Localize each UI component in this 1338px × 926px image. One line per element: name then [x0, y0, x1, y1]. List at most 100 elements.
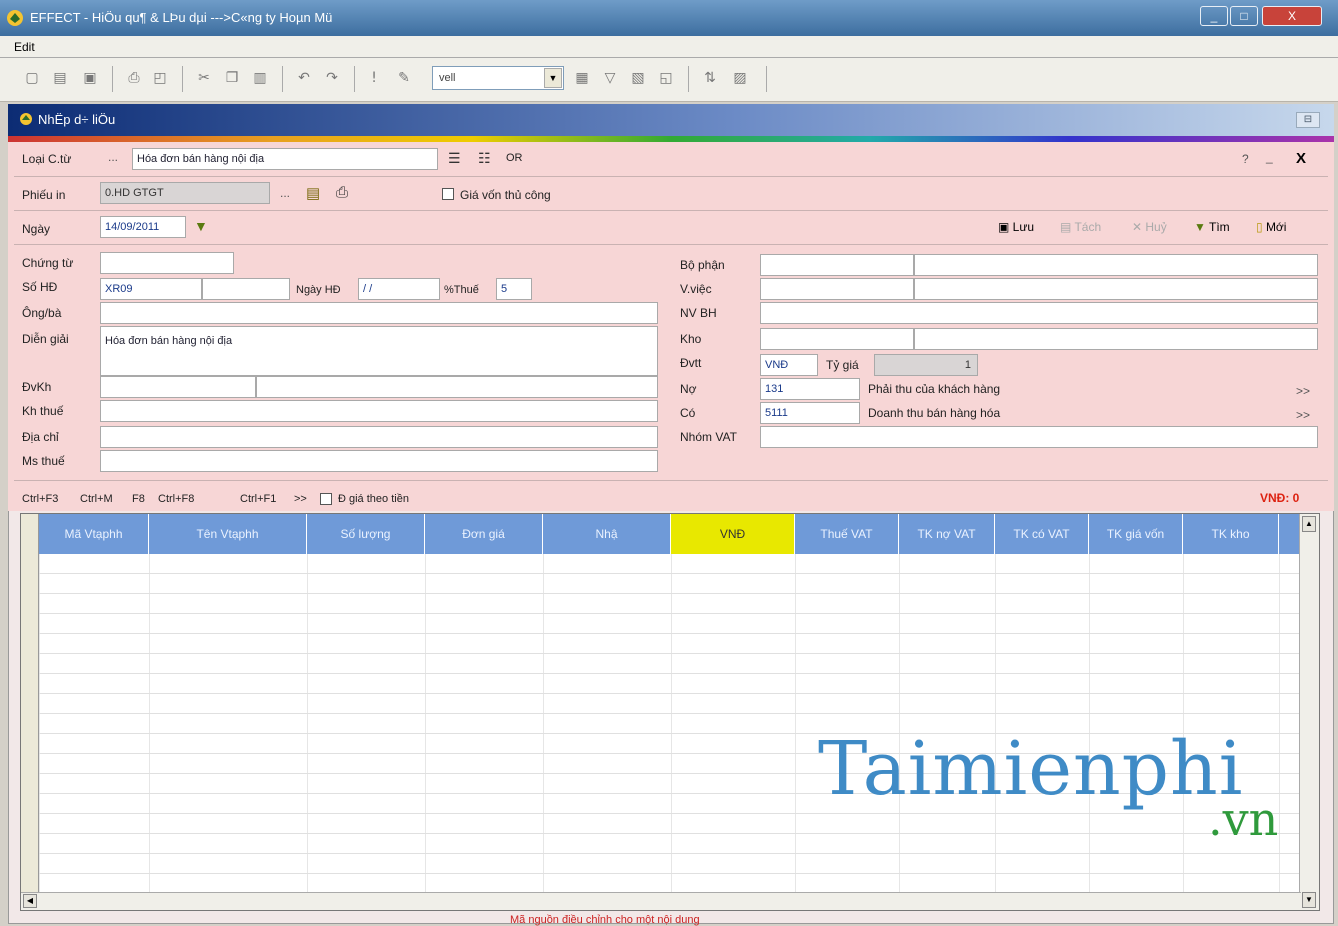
- col-tk-no-vat[interactable]: TK nợ VAT: [899, 514, 995, 554]
- ms-thue-field[interactable]: [100, 450, 658, 472]
- row-indicator[interactable]: [21, 774, 39, 794]
- save-icon[interactable]: ▣: [80, 68, 100, 88]
- table-row[interactable]: [39, 873, 1301, 874]
- table-row[interactable]: [39, 853, 1301, 854]
- list-icon[interactable]: ☰: [448, 150, 461, 167]
- col-nhap[interactable]: Nhậ: [543, 514, 671, 554]
- col-tk-co-vat[interactable]: TK có VAT: [995, 514, 1089, 554]
- toolbar-combo[interactable]: vell ▼: [432, 66, 564, 90]
- shortcut-ctrl-f8[interactable]: Ctrl+F8: [158, 493, 194, 505]
- row-indicator[interactable]: [21, 554, 39, 574]
- col-don-gia[interactable]: Đơn giá: [425, 514, 543, 554]
- table-row[interactable]: [39, 573, 1301, 574]
- chart-icon[interactable]: ▨: [730, 68, 750, 88]
- close-button[interactable]: X: [1262, 6, 1322, 26]
- menu-edit[interactable]: Edit: [14, 40, 35, 54]
- phieu-in-field[interactable]: 0.HD GTGT: [100, 182, 270, 204]
- dia-chi-field[interactable]: [100, 426, 658, 448]
- row-indicator[interactable]: [21, 654, 39, 674]
- row-indicator[interactable]: [21, 674, 39, 694]
- no-more-button[interactable]: >>: [1296, 384, 1310, 398]
- zoom-icon[interactable]: ◱: [656, 68, 676, 88]
- col-ten-vt[interactable]: Tên Vtạphh: [149, 514, 307, 554]
- co-account-field[interactable]: 5111: [760, 402, 860, 424]
- row-indicator[interactable]: [21, 574, 39, 594]
- bo-phan-code-field[interactable]: [760, 254, 914, 276]
- ngay-hd-field[interactable]: / /: [358, 278, 440, 300]
- nhom-vat-field[interactable]: [760, 426, 1318, 448]
- thue-field[interactable]: 5: [496, 278, 532, 300]
- kho-code-field[interactable]: [760, 328, 914, 350]
- dvtt-field[interactable]: VNĐ: [760, 354, 818, 376]
- loai-ct-lookup-button[interactable]: ...: [108, 150, 118, 164]
- row-indicator[interactable]: [21, 814, 39, 834]
- kh-thue-field[interactable]: [100, 400, 658, 422]
- bo-phan-name-field[interactable]: [914, 254, 1318, 276]
- loai-ct-field[interactable]: Hóa đơn bán hàng nội địa: [132, 148, 438, 170]
- so-hd-field[interactable]: XR09: [100, 278, 202, 300]
- maximize-button[interactable]: □: [1230, 6, 1258, 26]
- luu-button[interactable]: ▣ Lưu: [998, 220, 1034, 234]
- preview-icon[interactable]: ▤: [306, 184, 320, 202]
- cut-icon[interactable]: ✂: [194, 68, 214, 88]
- filter-icon[interactable]: ▽: [600, 68, 620, 88]
- row-indicator[interactable]: [21, 874, 39, 894]
- dvkh-name-field[interactable]: [256, 376, 658, 398]
- or-button[interactable]: OR: [506, 152, 523, 164]
- undo-icon[interactable]: ↶: [294, 68, 314, 88]
- chung-tu-field[interactable]: [100, 252, 234, 274]
- list-detail-icon[interactable]: ☷: [478, 150, 491, 167]
- col-ma-vt[interactable]: Mã Vtạphh: [39, 514, 149, 554]
- table-row[interactable]: [39, 673, 1301, 674]
- col-so-luong[interactable]: Số lượng: [307, 514, 425, 554]
- row-indicator[interactable]: [21, 614, 39, 634]
- printer-icon[interactable]: ⎙: [336, 184, 348, 201]
- table-row[interactable]: [39, 613, 1301, 614]
- table-row[interactable]: [39, 693, 1301, 694]
- nv-bh-field[interactable]: [760, 302, 1318, 324]
- run-icon[interactable]: !: [364, 68, 384, 88]
- shortcut-ctrl-m[interactable]: Ctrl+M: [80, 493, 113, 505]
- ong-ba-field[interactable]: [100, 302, 658, 324]
- ty-gia-field[interactable]: 1: [874, 354, 978, 376]
- form-close-button[interactable]: X: [1296, 150, 1306, 167]
- properties-icon[interactable]: ▧: [628, 68, 648, 88]
- dgia-theo-tien-checkbox[interactable]: [320, 493, 332, 505]
- form-minimize-button[interactable]: _: [1266, 150, 1273, 164]
- scroll-up-icon[interactable]: ▲: [1302, 516, 1316, 532]
- shortcut-more[interactable]: >>: [294, 493, 307, 505]
- dvkh-code-field[interactable]: [100, 376, 256, 398]
- chevron-down-icon[interactable]: ▼: [544, 68, 562, 88]
- row-indicator[interactable]: [21, 734, 39, 754]
- table-row[interactable]: [39, 593, 1301, 594]
- table-row[interactable]: [39, 813, 1301, 814]
- row-indicator[interactable]: [21, 694, 39, 714]
- v-viec-name-field[interactable]: [914, 278, 1318, 300]
- row-indicator[interactable]: [21, 754, 39, 774]
- col-tk-gia-von[interactable]: TK giá vốn: [1089, 514, 1183, 554]
- tach-button[interactable]: ▤ Tách: [1060, 220, 1101, 234]
- moi-button[interactable]: ▯ Mới: [1256, 220, 1286, 234]
- grid-icon[interactable]: ▦: [572, 68, 592, 88]
- v-viec-code-field[interactable]: [760, 278, 914, 300]
- sort-icon[interactable]: ⇅: [700, 68, 720, 88]
- row-indicator[interactable]: [21, 794, 39, 814]
- table-row[interactable]: [39, 833, 1301, 834]
- ngay-field[interactable]: 14/09/2011: [100, 216, 186, 238]
- gia-von-checkbox[interactable]: [442, 188, 454, 200]
- calendar-icon[interactable]: ▼: [194, 218, 208, 234]
- col-vnd[interactable]: VNĐ: [671, 514, 795, 554]
- row-indicator[interactable]: [21, 594, 39, 614]
- paste-icon[interactable]: ▥: [250, 68, 270, 88]
- open-folder-icon[interactable]: ▤: [50, 68, 70, 88]
- new-file-icon[interactable]: ▢: [22, 68, 42, 88]
- table-row[interactable]: [39, 633, 1301, 634]
- shortcut-ctrl-f1[interactable]: Ctrl+F1: [240, 493, 276, 505]
- row-indicator[interactable]: [21, 714, 39, 734]
- scroll-left-icon[interactable]: ◀: [23, 894, 37, 908]
- co-more-button[interactable]: >>: [1296, 408, 1310, 422]
- shortcut-f8[interactable]: F8: [132, 493, 145, 505]
- tim-button[interactable]: ▼ Tìm: [1194, 220, 1230, 234]
- col-thue-vat[interactable]: Thuế VAT: [795, 514, 899, 554]
- grid-vertical-scrollbar[interactable]: ▲ ▼: [1299, 514, 1319, 910]
